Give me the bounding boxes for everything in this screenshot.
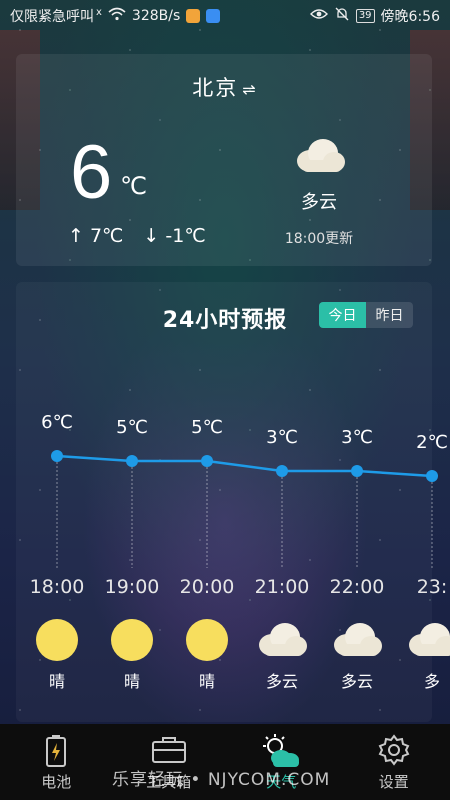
toolbox-icon	[151, 734, 187, 768]
sun-icon	[35, 618, 79, 662]
low-temp: -1℃	[165, 225, 206, 247]
cloud-icon	[256, 622, 307, 666]
temp-label: 5℃	[191, 417, 223, 438]
cloud-icon	[331, 622, 382, 666]
status-bar: 仅限紧急呼叫 x 328B/s 39 傍晚6:56	[0, 0, 450, 32]
mute-bell-icon	[334, 6, 350, 26]
arrow-down-icon: ↓	[143, 225, 160, 247]
gear-icon	[378, 734, 410, 770]
net-speed: 328B/s	[131, 8, 181, 24]
tab-today[interactable]: 今日	[319, 302, 366, 328]
temp-label: 3℃	[341, 427, 373, 448]
hour-label: 19:00	[104, 576, 160, 598]
tab-yesterday[interactable]: 昨日	[366, 302, 413, 328]
cloud-icon	[294, 138, 346, 178]
hour-label: 18:00	[29, 576, 85, 598]
high-temp: 7℃	[89, 225, 124, 247]
app-notification-icon	[206, 9, 221, 23]
sun-icon	[110, 618, 154, 662]
hour-label: 21:00	[254, 576, 310, 598]
current-condition: 多云	[301, 192, 337, 213]
high-temp-group: ↑ 7℃	[68, 225, 123, 247]
temp-label: 2℃	[416, 432, 448, 453]
hour-label: 22:00	[329, 576, 385, 598]
day-toggle: 今日 昨日	[319, 302, 413, 328]
hour-condition: 晴	[123, 672, 140, 691]
clock: 傍晚6:56	[380, 9, 440, 25]
wifi-icon	[108, 7, 126, 25]
current-temperature: 6	[70, 130, 113, 215]
app-notification-icon	[186, 9, 201, 23]
carrier-text: 仅限紧急呼叫	[10, 9, 94, 25]
nav-label: 电池	[41, 773, 72, 791]
no-signal-mark: x	[96, 6, 102, 18]
hour-label: 20:00	[179, 576, 235, 598]
update-time: 18:00更新	[284, 231, 354, 247]
nav-label: 设置	[378, 773, 409, 791]
city-name: 北京	[192, 76, 239, 100]
high-low: ↑ 7℃ ↓ -1℃	[68, 225, 206, 247]
hour-label: 23:	[416, 576, 448, 598]
low-temp-group: ↓ -1℃	[143, 225, 205, 247]
hour-condition: 多	[423, 672, 440, 691]
temp-label: 6℃	[41, 412, 73, 433]
hourly-forecast: 6℃ 18:00 晴 5℃ 19:00 晴 5℃ 20:00 晴 3℃ 21:00 多云 3℃ 22:00…	[0, 400, 450, 720]
temp-label: 3℃	[266, 427, 298, 448]
swap-arrows-icon[interactable]: ⇌	[242, 80, 257, 99]
watermark: 乐享轻玩 • NJYCOM.COM	[112, 770, 331, 790]
nav-settings[interactable]: 设置	[338, 724, 450, 800]
hour-condition: 多云	[265, 672, 298, 691]
cloud-icon	[406, 622, 450, 666]
temp-label: 5℃	[116, 417, 148, 438]
battery-icon	[45, 734, 67, 772]
sun-icon	[185, 618, 229, 662]
hour-condition: 晴	[198, 672, 215, 691]
temperature-unit: ℃	[120, 172, 147, 200]
city-selector[interactable]: 北京 ⇌	[0, 72, 450, 102]
nav-battery[interactable]: 电池	[0, 724, 113, 800]
arrow-up-icon: ↑	[68, 225, 84, 247]
battery-level: 39	[355, 9, 375, 23]
hour-condition: 晴	[48, 672, 65, 691]
hour-condition: 多云	[340, 672, 373, 691]
eye-icon	[309, 8, 328, 24]
